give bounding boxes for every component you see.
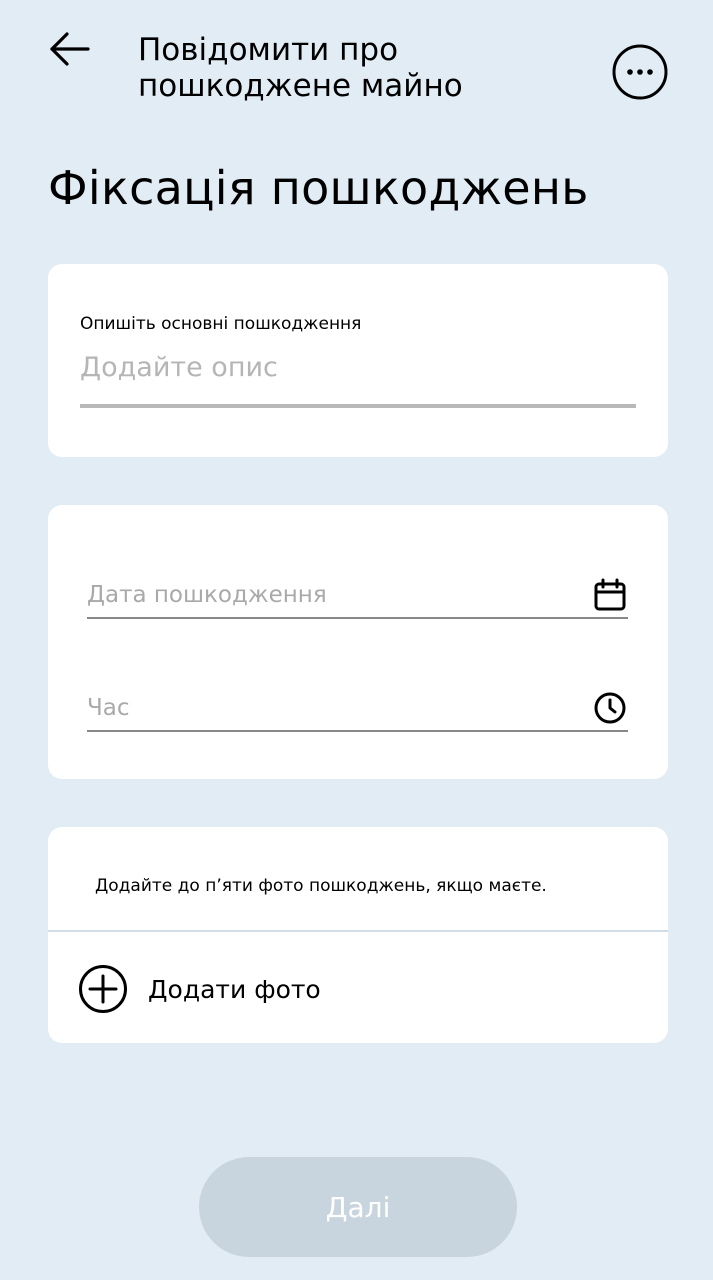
time-placeholder: Час — [87, 695, 130, 721]
screen: Повідомити про пошкоджене майно Фіксація… — [0, 0, 713, 1280]
more-menu-button[interactable] — [611, 43, 669, 101]
time-field[interactable]: Час — [87, 686, 628, 732]
calendar-icon[interactable] — [592, 577, 628, 613]
arrow-left-icon — [50, 32, 90, 66]
description-card: Опишіть основні пошкодження — [48, 264, 668, 457]
plus-circle-icon — [79, 965, 127, 1013]
add-photo-label: Додати фото — [148, 974, 321, 1004]
date-placeholder: Дата пошкодження — [87, 582, 327, 608]
description-input[interactable] — [80, 348, 636, 408]
clock-icon[interactable] — [592, 690, 628, 726]
header-title: Повідомити про пошкоджене майно — [138, 32, 463, 104]
datetime-card: Дата пошкодження Час — [48, 505, 668, 779]
date-field[interactable]: Дата пошкодження — [87, 573, 628, 619]
page-title: Фіксація пошкоджень — [48, 161, 589, 215]
divider — [48, 930, 668, 932]
add-photo-button[interactable]: Додати фото — [78, 964, 321, 1014]
next-button[interactable]: Далі — [199, 1157, 517, 1257]
photos-note: Додайте до п’яти фото пошкоджень, якщо м… — [95, 876, 547, 896]
more-horizontal-icon — [612, 44, 668, 100]
photos-card: Додайте до п’яти фото пошкоджень, якщо м… — [48, 827, 668, 1043]
description-label: Опишіть основні пошкодження — [80, 314, 362, 334]
back-button[interactable] — [44, 26, 96, 72]
